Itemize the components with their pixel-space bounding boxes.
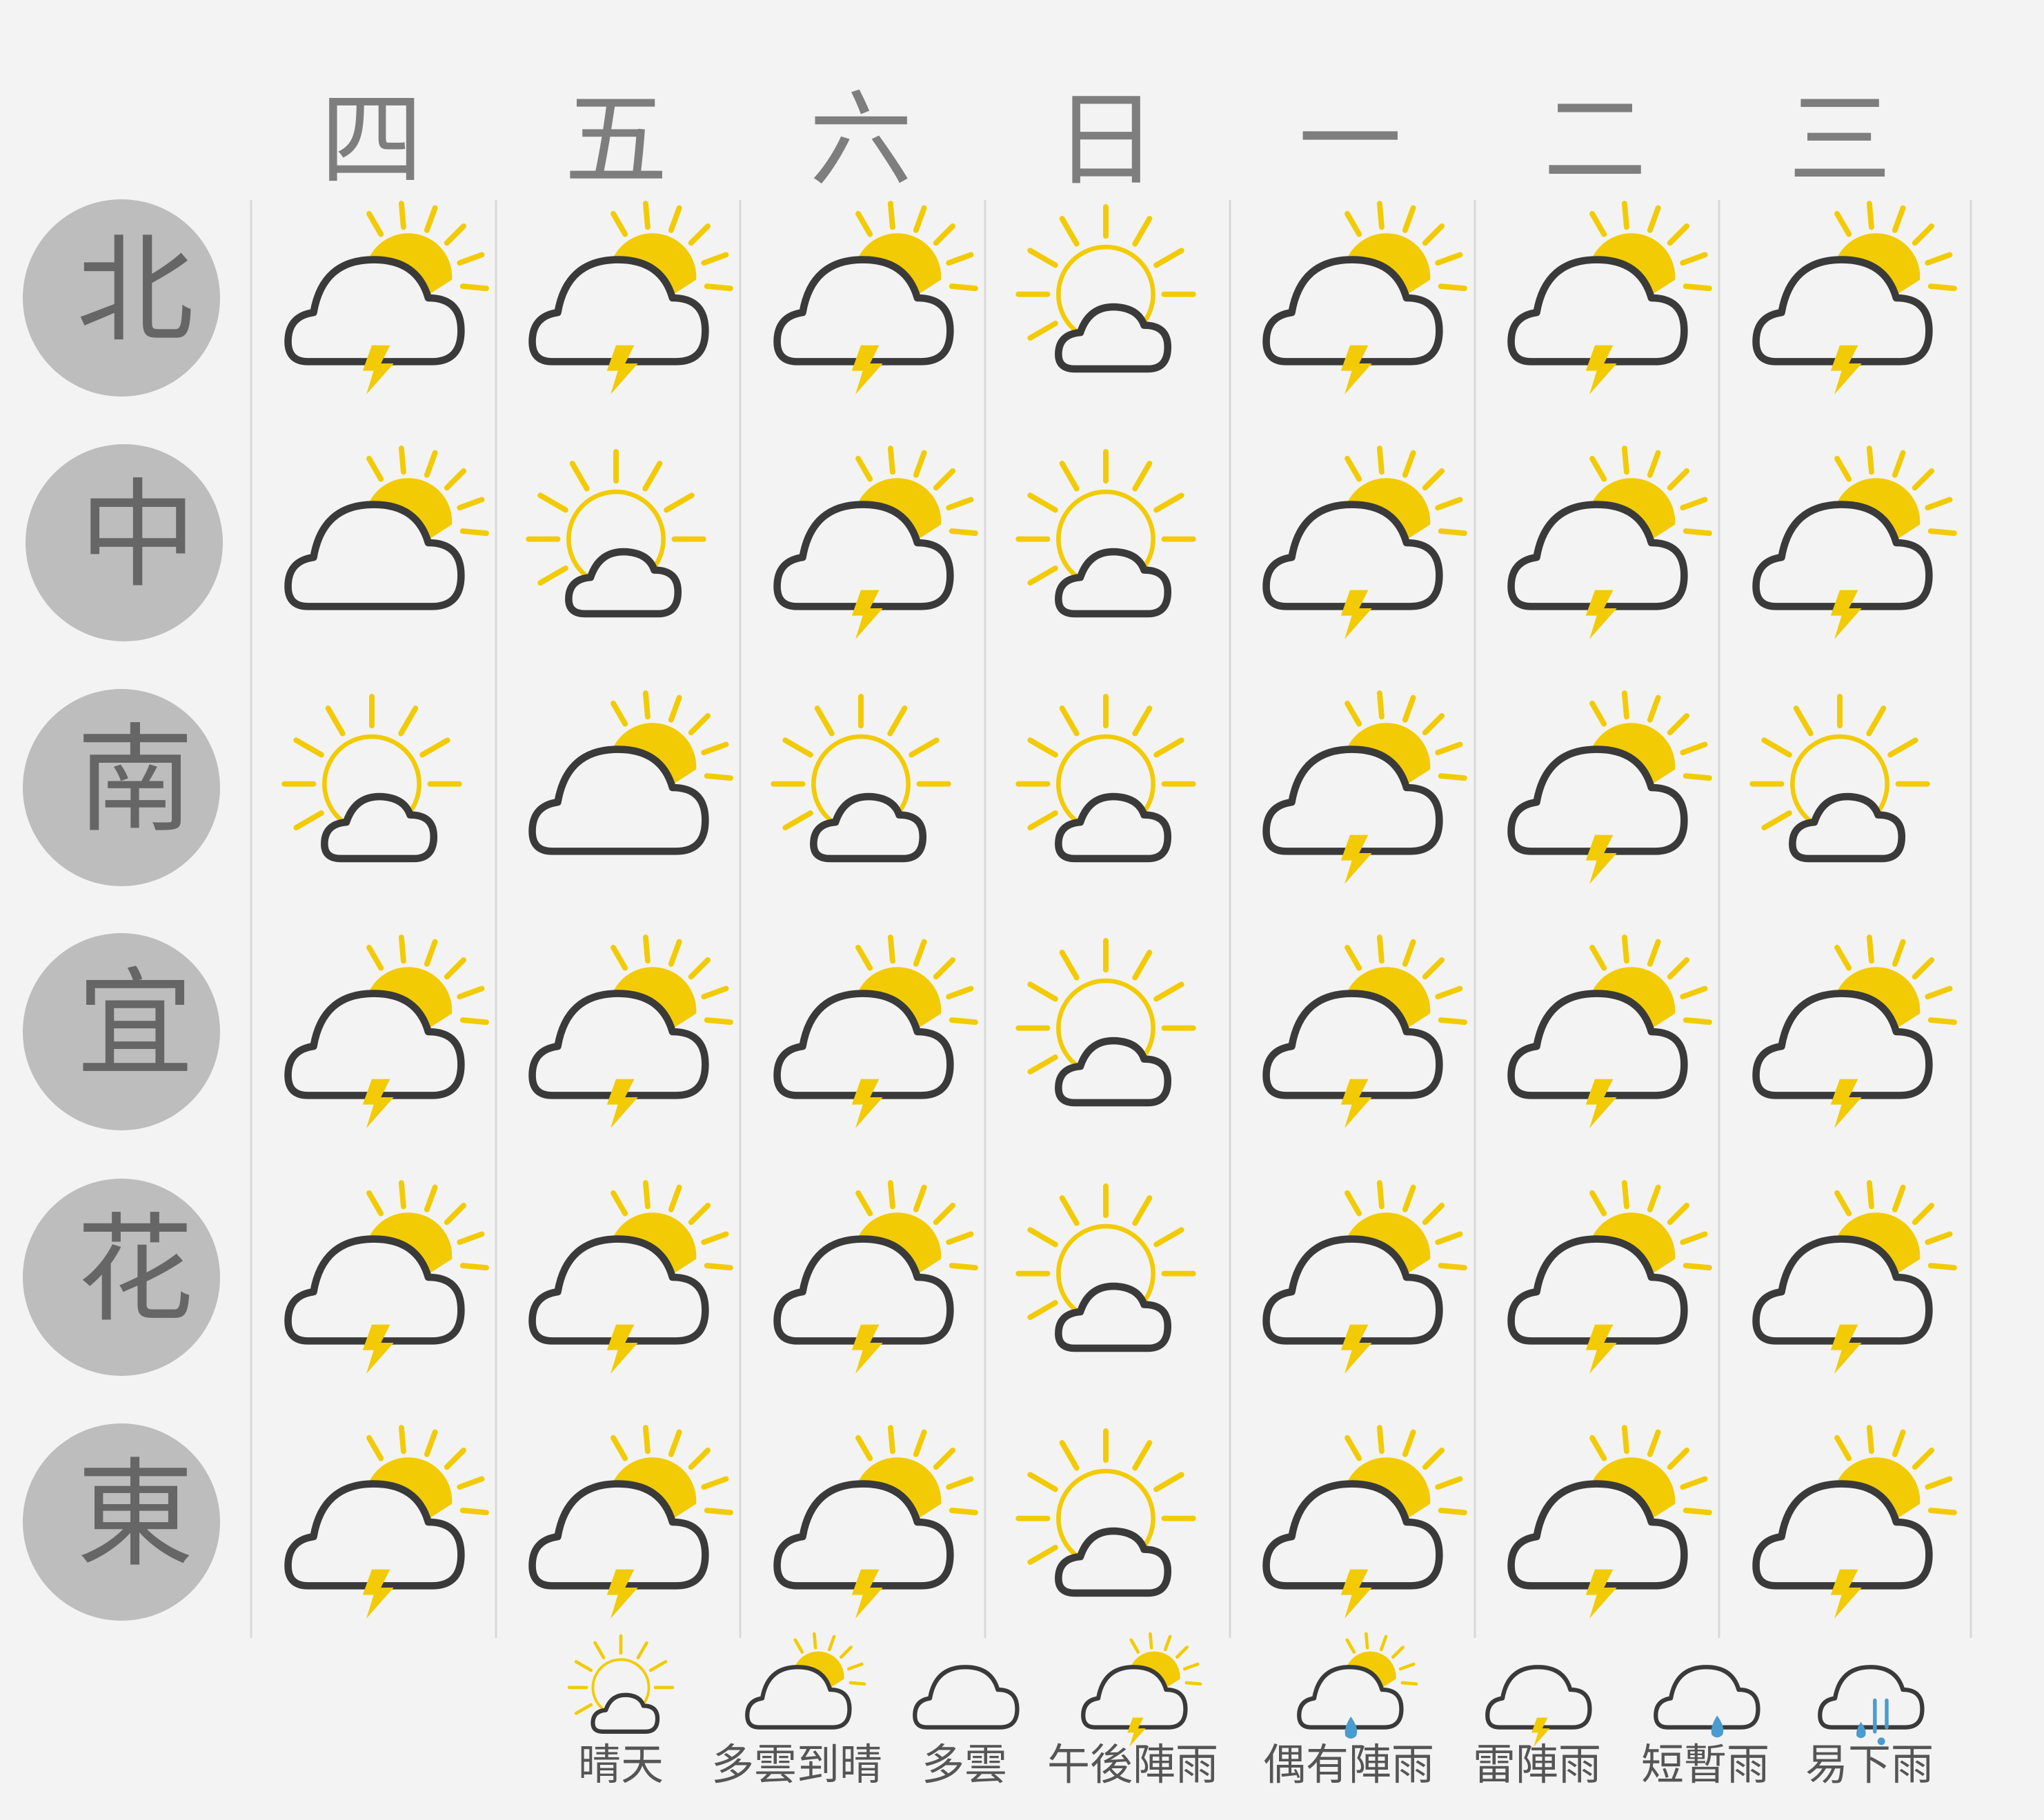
day-header: 二 <box>1543 81 1647 201</box>
day-header: 六 <box>809 81 913 201</box>
region-label: 花 <box>77 1202 194 1339</box>
region-badge: 北 <box>23 199 220 397</box>
region-label: 中 <box>79 468 197 604</box>
region-label: 南 <box>77 712 194 849</box>
region-label: 宜 <box>77 957 194 1093</box>
legend-label: 午後陣雨 <box>1047 1739 1218 1790</box>
day-header: 日 <box>1054 81 1158 201</box>
region-badge: 東 <box>23 1423 220 1621</box>
weather-forecast-grid: 四 五 六 日 一 二 三 北 中 南 宜 花 東 晴天 多雲到晴 多雲 午後陣… <box>0 0 2044 1820</box>
legend-label: 多雲 <box>922 1739 1007 1790</box>
day-header: 一 <box>1298 81 1402 201</box>
region-badge: 中 <box>26 444 223 641</box>
legend-label: 晴天 <box>578 1739 664 1790</box>
legend-label: 雷陣雨 <box>1473 1739 1601 1790</box>
region-badge: 南 <box>23 689 220 886</box>
region-label: 北 <box>77 223 194 359</box>
region-label: 東 <box>77 1447 194 1583</box>
legend-label: 偶有陣雨 <box>1263 1739 1434 1790</box>
legend-label: 易下雨 <box>1805 1739 1934 1790</box>
region-badge: 宜 <box>23 933 220 1130</box>
legend-label: 短暫雨 <box>1641 1739 1769 1790</box>
day-header: 四 <box>320 81 424 201</box>
region-badge: 花 <box>23 1179 220 1376</box>
day-header: 五 <box>564 81 668 201</box>
legend-label: 多雲到晴 <box>711 1739 882 1790</box>
day-header: 三 <box>1788 81 1892 201</box>
